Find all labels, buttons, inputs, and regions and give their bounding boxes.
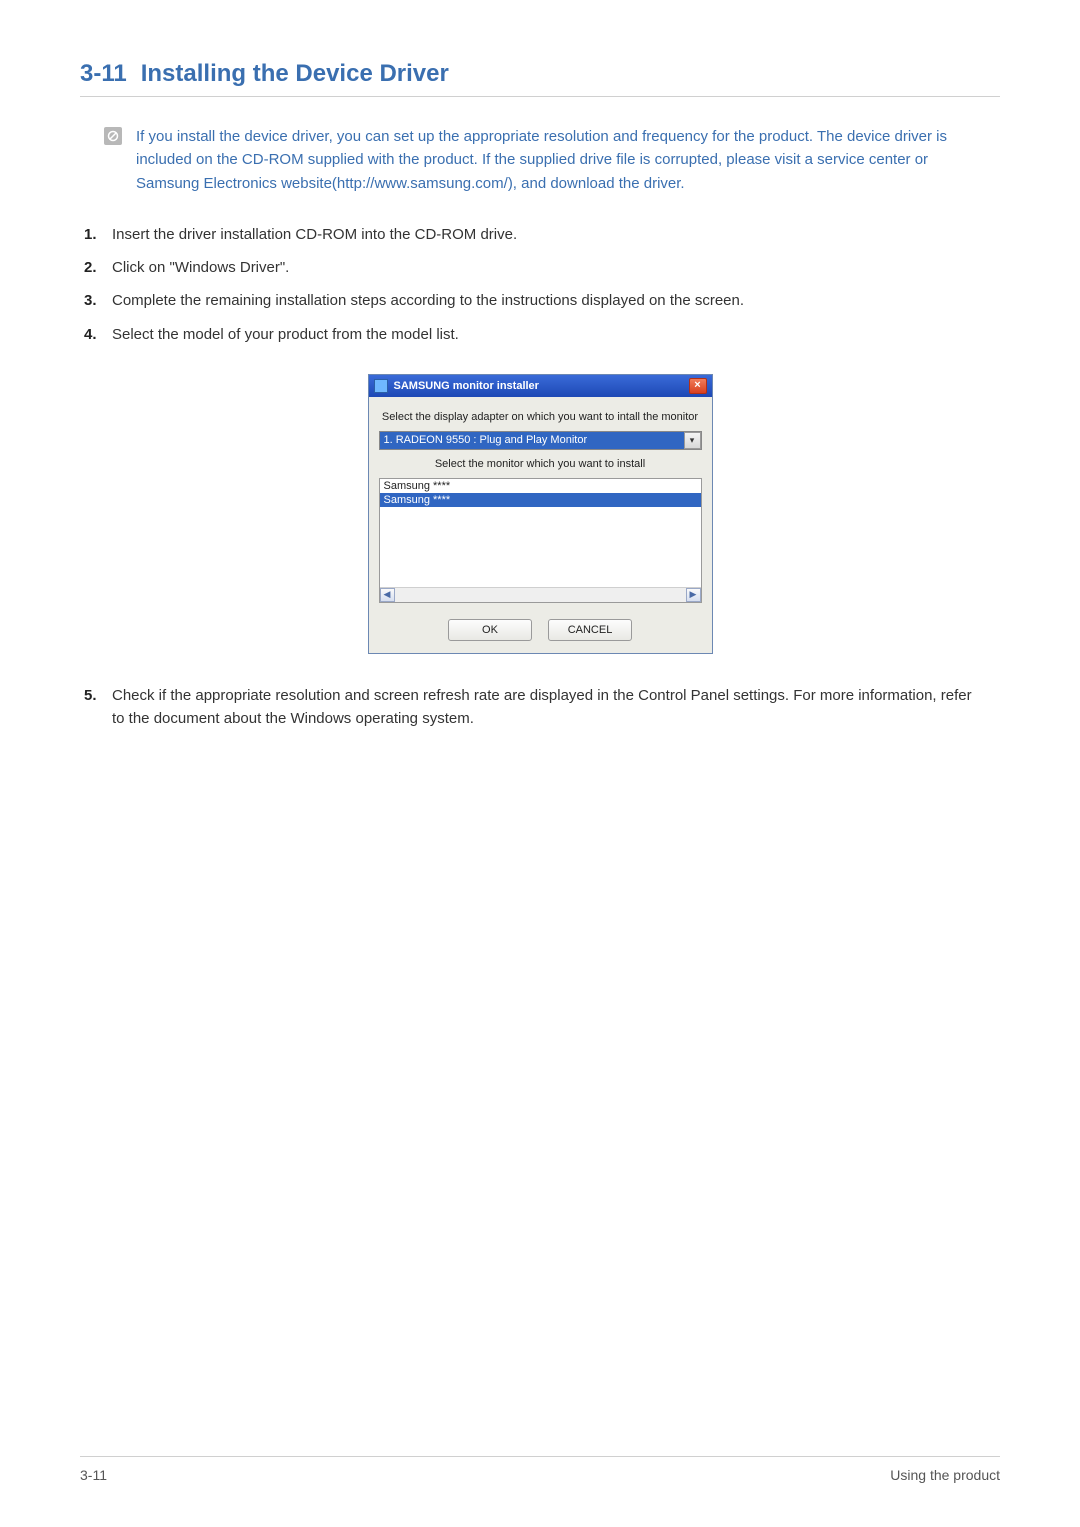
installer-title: SAMSUNG monitor installer <box>394 380 689 392</box>
scroll-track[interactable] <box>395 588 686 602</box>
list-item[interactable]: Samsung **** <box>380 479 701 493</box>
close-icon[interactable]: × <box>689 378 707 394</box>
page-title: Installing the Device Driver <box>141 60 449 87</box>
installer-label-adapter: Select the display adapter on which you … <box>379 411 702 423</box>
footer-section-name: Using the product <box>890 1467 1000 1483</box>
page-footer: 3-11 Using the product <box>80 1456 1000 1483</box>
horizontal-scrollbar[interactable]: ◀ ▶ <box>380 587 701 602</box>
note-text: If you install the device driver, you ca… <box>136 125 980 195</box>
installer-titlebar: SAMSUNG monitor installer × <box>369 375 712 397</box>
list-item: Select the model of your product from th… <box>84 323 980 346</box>
ok-button[interactable]: OK <box>448 619 532 641</box>
note-block: If you install the device driver, you ca… <box>104 125 980 195</box>
list-item: Complete the remaining installation step… <box>84 289 980 312</box>
footer-page-number: 3-11 <box>80 1467 107 1483</box>
monitor-listbox[interactable]: Samsung **** Samsung **** ◀ ▶ <box>379 478 702 603</box>
list-item: Click on "Windows Driver". <box>84 256 980 279</box>
installer-dialog: SAMSUNG monitor installer × Select the d… <box>368 374 713 654</box>
list-item: Insert the driver installation CD-ROM in… <box>84 223 980 246</box>
cancel-button[interactable]: CANCEL <box>548 619 632 641</box>
scroll-right-icon[interactable]: ▶ <box>686 588 701 602</box>
chevron-down-icon[interactable]: ▾ <box>684 432 701 449</box>
list-item[interactable]: Samsung **** <box>380 493 701 507</box>
steps-list-top: Insert the driver installation CD-ROM in… <box>84 223 980 346</box>
adapter-dropdown[interactable]: 1. RADEON 9550 : Plug and Play Monitor ▾ <box>379 431 702 450</box>
list-item: Check if the appropriate resolution and … <box>84 684 980 731</box>
installer-label-monitor: Select the monitor which you want to ins… <box>379 458 702 470</box>
scroll-left-icon[interactable]: ◀ <box>380 588 395 602</box>
note-icon <box>104 127 122 145</box>
app-icon <box>374 379 388 393</box>
steps-list-bottom: Check if the appropriate resolution and … <box>84 684 980 731</box>
adapter-dropdown-text: 1. RADEON 9550 : Plug and Play Monitor <box>384 434 684 446</box>
section-number: 3-11 <box>80 60 127 87</box>
